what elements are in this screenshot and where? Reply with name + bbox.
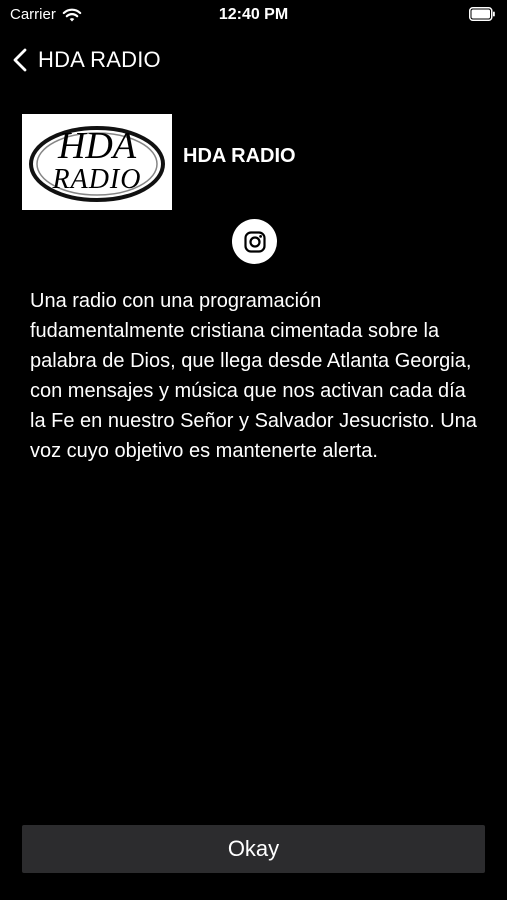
station-logo-image: HDA RADIO bbox=[29, 125, 165, 202]
station-description: Una radio con una programación fudamenta… bbox=[30, 290, 477, 462]
okay-button[interactable]: Okay bbox=[22, 825, 485, 873]
battery-icon bbox=[469, 7, 495, 21]
navigation-bar: HDA RADIO bbox=[0, 40, 507, 80]
chevron-left-icon bbox=[13, 48, 27, 72]
logo-text-bottom: RADIO bbox=[52, 164, 142, 195]
status-bar: Carrier 12:40 PM bbox=[0, 0, 507, 32]
app-screen: Carrier 12:40 PM HDA RADIO HDA RADIO HDA… bbox=[0, 0, 507, 900]
station-logo: HDA RADIO bbox=[22, 114, 172, 210]
nav-title: HDA RADIO bbox=[38, 47, 161, 72]
instagram-button[interactable] bbox=[232, 219, 277, 264]
status-time: 12:40 PM bbox=[218, 6, 289, 23]
logo-text-top: HDA bbox=[57, 125, 137, 167]
instagram-icon bbox=[243, 230, 266, 253]
station-name: HDA RADIO bbox=[183, 145, 296, 167]
back-button[interactable]: HDA RADIO bbox=[0, 47, 161, 73]
